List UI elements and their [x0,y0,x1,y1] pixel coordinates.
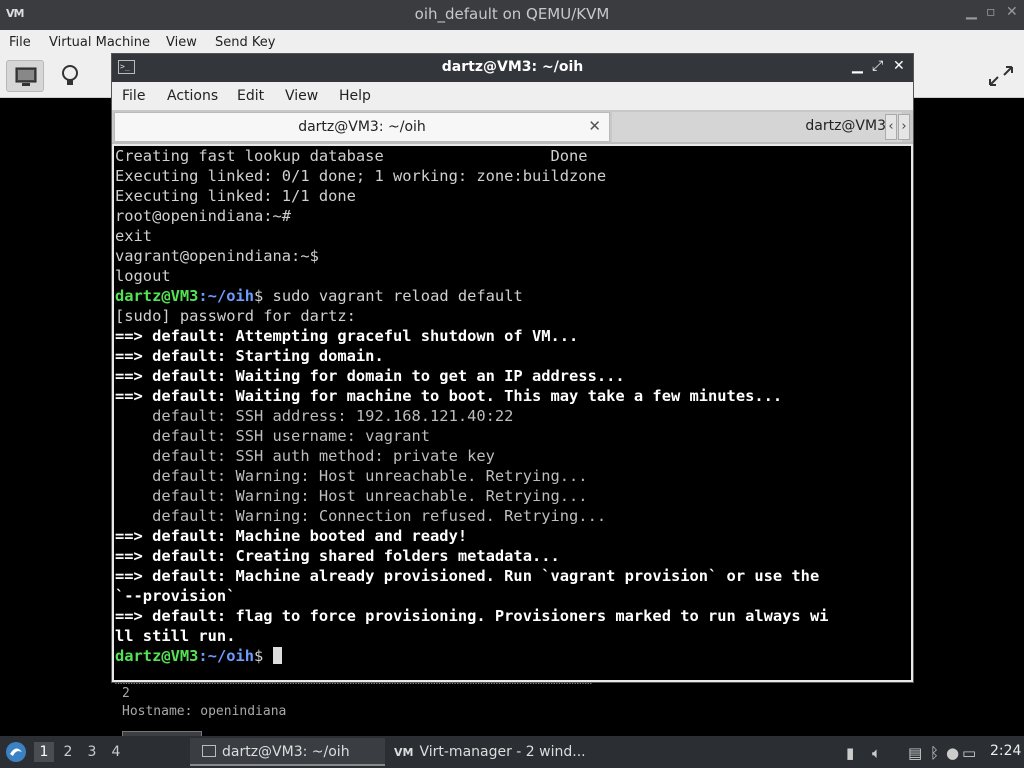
battery-icon[interactable]: ▮ [846,744,854,762]
terminal-line: ==> default: Waiting for machine to boot… [115,387,783,405]
network-icon[interactable]: ▭ [962,744,976,762]
terminal-line: default: SSH address: 192.168.121.40:22 [115,407,514,425]
terminal-line: dartz@VM3:~/oih$ [115,646,282,666]
terminal-line: dartz@VM3:~/oih$ sudo vagrant reload def… [115,286,523,306]
menu-edit[interactable]: Edit [237,88,264,104]
terminal-icon [202,745,216,757]
terminal-line: vagrant@openindiana:~$ [115,247,319,265]
menu-help[interactable]: Help [339,88,371,104]
menu-view[interactable]: View [285,88,318,104]
console-line: 2 [122,686,130,701]
terminal-title: dartz@VM3: ~/oih [441,59,584,75]
outer-window-title: oih_default on QEMU/KVM [414,5,610,23]
terminal-line: root@openindiana:~# [115,207,292,225]
menu-send-key[interactable]: Send Key [215,35,275,50]
maximize-icon[interactable]: ⤢ [872,58,883,74]
terminal-line: default: Warning: Host unreachable. Retr… [115,467,588,485]
fullscreen-button[interactable] [982,60,1020,92]
minimize-icon[interactable]: ▁ [966,4,977,20]
clock: 2:24 [990,743,1022,759]
command-text: $ [254,647,273,665]
workspace-1[interactable]: 1 [34,742,54,762]
terminal-line: ==> default: Creating shared folders met… [115,547,560,565]
terminal-line: logout [115,267,171,285]
monitor-icon [15,67,37,86]
clipboard-icon[interactable]: ▤ [908,744,922,762]
virt-manager-icon: VM [394,746,414,759]
taskbar: 1 2 3 4 dartz@VM3: ~/oih VM Virt-manager … [0,736,1024,768]
bluetooth-icon[interactable]: ᛒ [930,744,939,762]
minimize-icon[interactable]: ▁ [852,58,863,74]
task-label: Virt-manager - 2 wind... [419,744,586,760]
menu-actions[interactable]: Actions [167,88,218,104]
menu-virtual-machine[interactable]: Virtual Machine [49,35,150,50]
terminal-line: ==> default: Starting domain. [115,347,384,365]
tab-active[interactable]: dartz@VM3: ~/oih ✕ [114,112,610,142]
terminal-titlebar: >_ dartz@VM3: ~/oih ▁ ⤢ ✕ [112,54,913,82]
chevron-left-icon[interactable]: ‹ [885,114,897,140]
terminal-line: default: SSH auth method: private key [115,447,495,465]
lightbulb-icon [62,65,78,85]
terminal-line: ==> default: Machine booted and ready! [115,527,468,545]
terminal-line: Executing linked: 0/1 done; 1 working: z… [115,167,607,185]
terminal-line: ll still run. [115,627,236,645]
tab-label: dartz@VM3: ~/oih [298,119,426,135]
prompt-user: dartz@VM3 [115,647,199,665]
terminal-line: ==> default: Waiting for domain to get a… [115,367,625,385]
terminal-line: [sudo] password for dartz: [115,307,356,325]
terminal-line: default: SSH username: vagrant [115,427,431,445]
console-line: Hostname: openindiana [122,704,287,719]
terminal-line: exit [115,227,153,245]
terminal-line: default: Warning: Connection refused. Re… [115,507,607,525]
terminal-line: `--provision` [115,587,236,605]
workspace-3[interactable]: 3 [82,742,102,762]
terminal-tabbar: dartz@VM3: ~/oih ✕ dartz@VM3 ‹ › [112,110,913,144]
prompt-path: :~/oih [198,287,255,305]
lxqt-start-icon[interactable] [4,740,28,764]
terminal-output[interactable]: Creating fast lookup database Done Execut… [114,146,911,680]
tab-inactive[interactable]: dartz@VM3 [612,112,902,142]
terminal-line: Executing linked: 1/1 done [115,187,356,205]
fullscreen-icon [989,66,1013,86]
chevron-right-icon[interactable]: › [898,114,910,140]
terminal-menubar: File Actions Edit View Help [112,82,913,110]
menu-file[interactable]: File [122,88,145,104]
terminal-line: Creating fast lookup database Done [115,147,588,165]
volume-icon[interactable]: 🔈︎ [872,744,881,762]
terminal-window: >_ dartz@VM3: ~/oih ▁ ⤢ ✕ File Actions E… [111,53,914,683]
prompt-user: dartz@VM3 [115,287,199,305]
outer-window-titlebar: VM oih_default on QEMU/KVM ▁ ▫ ✕ [0,0,1024,30]
close-icon[interactable]: ✕ [893,58,905,74]
tab-label: dartz@VM3 [805,118,886,134]
prompt-path: :~/oih [198,647,255,665]
terminal-line: ==> default: flag to force provisioning.… [115,607,829,625]
workspace-2[interactable]: 2 [58,742,78,762]
menu-file[interactable]: File [9,35,31,50]
details-view-button[interactable] [52,60,90,92]
menu-view[interactable]: View [166,35,197,50]
command-text: $ sudo vagrant reload default [254,287,523,305]
outer-menubar: File Virtual Machine View Send Key [0,30,1024,54]
workspace-4[interactable]: 4 [106,742,126,762]
terminal-cursor [272,647,282,664]
close-icon[interactable]: ✕ [1006,4,1018,20]
terminal-line: ==> default: Attempting graceful shutdow… [115,327,579,345]
task-terminal[interactable]: dartz@VM3: ~/oih [190,738,385,766]
console-view-button[interactable] [6,60,44,92]
task-virt-manager[interactable]: VM Virt-manager - 2 wind... [388,738,618,766]
terminal-line: default: Warning: Host unreachable. Retr… [115,487,588,505]
task-label: dartz@VM3: ~/oih [222,744,350,760]
maximize-icon[interactable]: ▫ [986,4,996,20]
terminal-line: ==> default: Machine already provisioned… [115,567,820,585]
close-tab-icon[interactable]: ✕ [588,117,601,135]
notification-icon[interactable]: ● [946,744,959,762]
